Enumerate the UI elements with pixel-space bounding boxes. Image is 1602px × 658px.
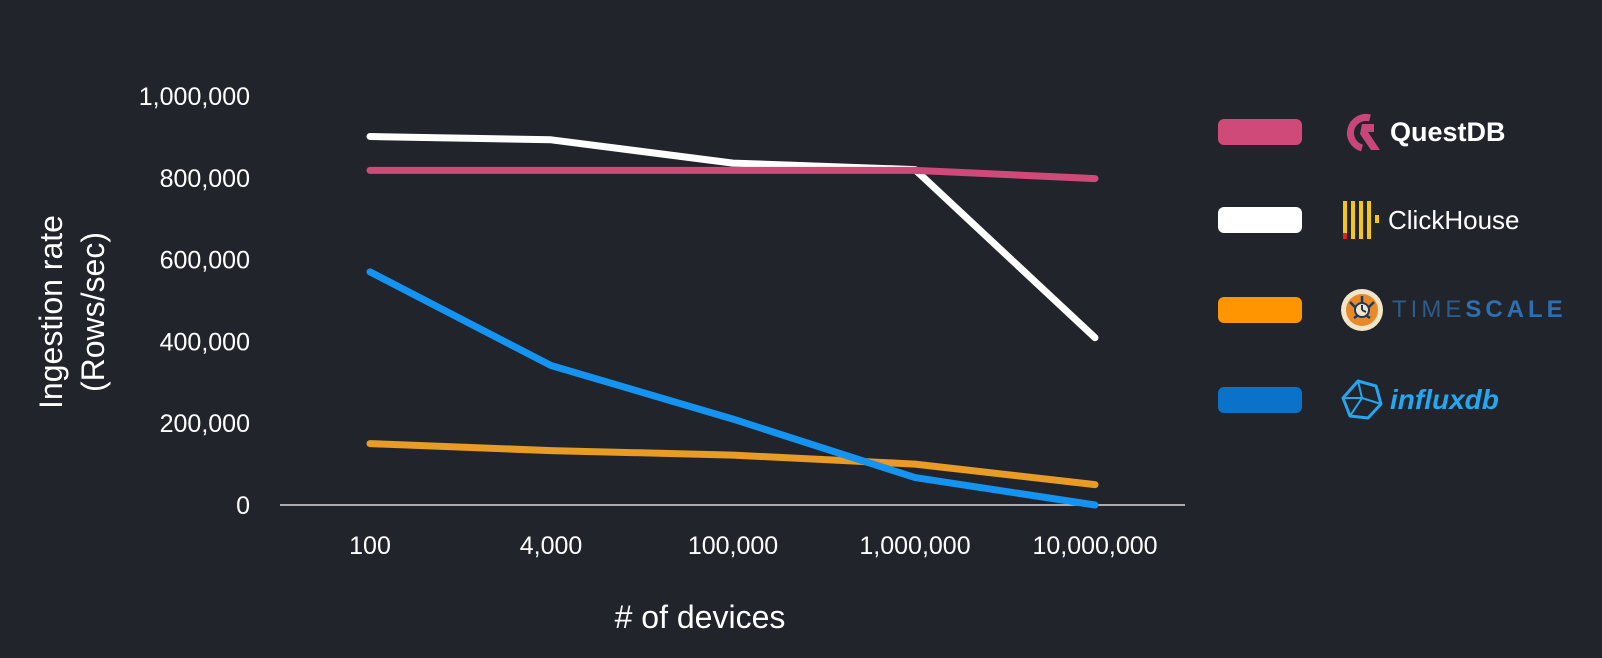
- y-axis-ticks: 0 200,000 400,000 600,000 800,000 1,000,000: [139, 83, 250, 520]
- legend-label-questdb: QuestDB: [1390, 116, 1506, 147]
- legend-item-questdb: QuestDB: [1218, 112, 1506, 152]
- series-line-clickhouse: [366, 133, 1099, 342]
- influxdb-logo: influxdb: [1340, 378, 1499, 422]
- legend-swatch-questdb: [1218, 119, 1302, 145]
- legend-swatch-timescale: [1218, 297, 1302, 323]
- y-tick-label: 0: [236, 492, 250, 520]
- legend-label-timescale-bold: SCALE: [1465, 296, 1567, 323]
- legend-item-influxdb: influxdb: [1218, 378, 1499, 422]
- series-line-questdb: [366, 166, 1099, 183]
- y-tick-label: 400,000: [160, 328, 250, 356]
- legend-label-clickhouse: ClickHouse: [1388, 204, 1520, 235]
- y-axis-title-units: (Rows/sec): [75, 232, 111, 392]
- y-tick-label: 800,000: [160, 165, 250, 193]
- legend-swatch-influxdb: [1218, 387, 1302, 413]
- x-tick-label: 4,000: [520, 532, 583, 560]
- series-line-timescaledb: [366, 440, 1099, 489]
- timescale-tiger-logo-icon: [1341, 289, 1383, 331]
- y-tick-label: 200,000: [160, 410, 250, 438]
- x-axis-title: # of devices: [615, 599, 786, 635]
- influxdb-logo-icon: [1341, 379, 1383, 420]
- x-tick-label: 1,000,000: [859, 532, 970, 560]
- x-tick-label: 100,000: [688, 532, 778, 560]
- questdb-logo-icon: [1347, 114, 1380, 152]
- series-lines: [366, 133, 1099, 509]
- clickhouse-logo: ClickHouse: [1340, 198, 1520, 242]
- timescale-logo: TIME SCALE: [1340, 288, 1567, 332]
- questdb-logo: QuestDB: [1340, 110, 1506, 154]
- legend-item-timescale: TIME SCALE: [1218, 288, 1567, 332]
- legend-swatch-clickhouse: [1218, 207, 1302, 233]
- y-tick-label: 1,000,000: [139, 83, 250, 111]
- x-tick-label: 100: [349, 532, 391, 560]
- legend-label-timescale-light: TIME: [1392, 296, 1466, 323]
- legend-item-clickhouse: ClickHouse: [1218, 200, 1520, 240]
- x-tick-label: 10,000,000: [1032, 532, 1157, 560]
- y-tick-label: 600,000: [160, 247, 250, 275]
- clickhouse-logo-icon: [1343, 201, 1379, 239]
- x-axis-ticks: 100 4,000 100,000 1,000,000 10,000,000: [349, 532, 1157, 560]
- legend-label-influxdb: influxdb: [1390, 384, 1499, 415]
- y-axis-title: Ingestion rate: [33, 215, 69, 409]
